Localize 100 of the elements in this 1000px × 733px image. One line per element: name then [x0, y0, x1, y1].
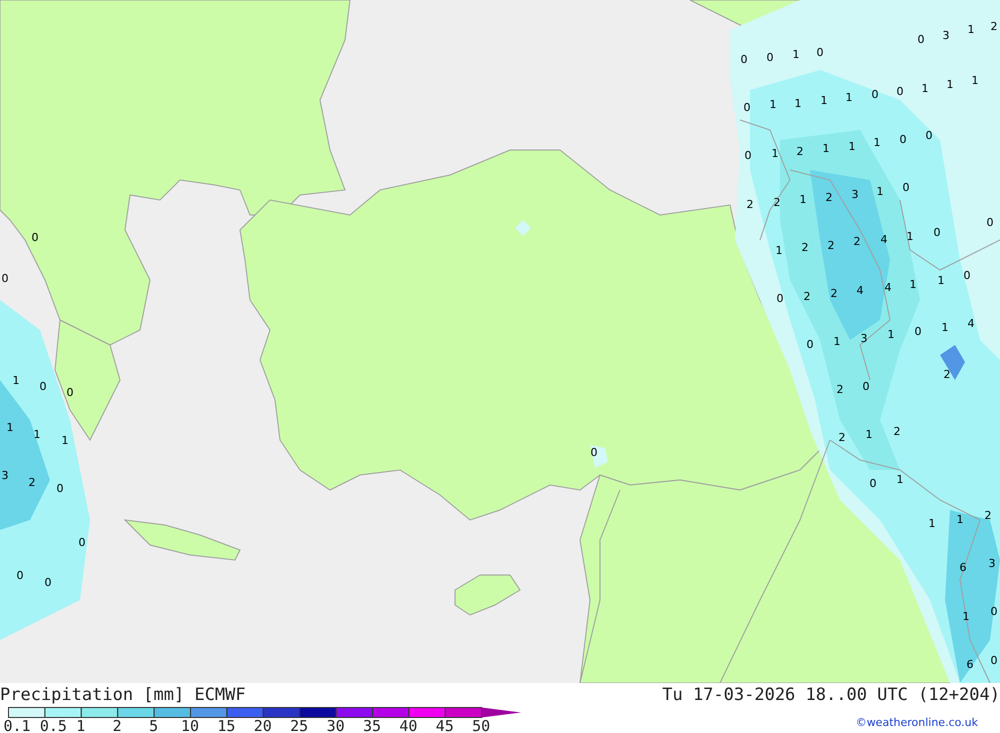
map-value: 0	[40, 380, 46, 393]
map-value: 1	[848, 140, 856, 153]
map-value: 1	[34, 428, 40, 441]
map-value: 3	[852, 188, 858, 201]
map-value: 2	[828, 239, 834, 252]
legend-label: 20	[254, 718, 272, 733]
legend-label: 2	[112, 718, 122, 733]
map-value: 1	[906, 230, 914, 243]
legend-label: 0.1	[3, 718, 31, 733]
map-value: 0	[740, 53, 748, 66]
map-value: 0	[990, 605, 998, 618]
map-value: 0	[964, 269, 970, 282]
map-value: 0	[776, 292, 784, 305]
map-value: 1	[942, 321, 948, 334]
map-value: 6	[966, 658, 974, 671]
map-value: 0	[990, 654, 998, 667]
map-value: 0	[900, 133, 906, 146]
map-value: 1	[910, 278, 916, 291]
credit-link[interactable]: ©weatheronline.co.uk	[856, 715, 978, 732]
map-value: 2	[774, 196, 780, 209]
map-value: 0	[744, 101, 750, 114]
map-value: 0	[870, 477, 876, 490]
valid-time: Tu 17-03-2026 18..00 UTC (12+204)	[662, 685, 1000, 705]
map-value: 0	[766, 51, 774, 64]
map-value: 0	[66, 386, 74, 399]
map-value: 1	[962, 610, 970, 623]
legend-label: 40	[399, 718, 418, 733]
map-value: 1	[822, 142, 830, 155]
map-value: 0	[590, 446, 598, 459]
map-value: 2	[854, 235, 860, 248]
map-value: 1	[956, 513, 964, 526]
map-value: 4	[968, 317, 974, 330]
map-value: 3	[2, 469, 8, 482]
map-value: 6	[960, 561, 966, 574]
map-value: 0	[986, 216, 994, 229]
legend-label: 30	[326, 718, 345, 733]
map-value: 0	[806, 338, 814, 351]
map-value: 1	[834, 335, 840, 348]
map-value: 2	[838, 431, 846, 444]
legend-label: 25	[290, 718, 308, 733]
map-value: 1	[794, 97, 802, 110]
map-value: 2	[990, 20, 998, 33]
map-value: 1	[874, 136, 880, 149]
map-value: 3	[988, 557, 996, 570]
map-value: 0	[16, 569, 24, 582]
map-value: 0	[918, 33, 924, 46]
map-value: 2	[894, 425, 900, 438]
map-value: 0	[934, 226, 940, 239]
legend-label: 15	[217, 718, 236, 733]
map-value: 0	[744, 149, 752, 162]
legend-label: 0.5	[40, 718, 67, 733]
map-value: 2	[746, 198, 754, 211]
map-value: 2	[984, 509, 992, 522]
map-value: 1	[972, 74, 978, 87]
map-value: 0	[56, 482, 64, 495]
map-value: 1	[12, 374, 20, 387]
map-value: 0	[872, 88, 878, 101]
map-value: 0	[78, 536, 86, 549]
map-value: 1	[776, 244, 782, 257]
legend-title: Precipitation [mm] ECMWF	[0, 685, 246, 705]
map-value: 1	[928, 517, 936, 530]
map-value: 1	[946, 78, 954, 91]
map-value: 2	[28, 476, 36, 489]
map-value: 2	[804, 290, 810, 303]
map-value: 1	[866, 428, 872, 441]
map-value: 0	[914, 325, 922, 338]
map-value: 4	[856, 284, 864, 297]
map-value: 0	[44, 576, 52, 589]
map-value: 0	[32, 231, 38, 244]
map-value: 1	[792, 48, 800, 61]
legend-label: 1	[76, 718, 86, 733]
map-value: 1	[968, 23, 974, 36]
map-value: 1	[938, 274, 944, 287]
map-value: 2	[802, 241, 808, 254]
map-value: 1	[800, 193, 806, 206]
map-value: 2	[830, 287, 838, 300]
map-value: 1	[772, 147, 778, 160]
map-value: 4	[884, 281, 892, 294]
map-value: 0	[896, 85, 904, 98]
legend-label: 50	[472, 718, 490, 733]
map-value: 1	[888, 328, 894, 341]
map-value: 1	[922, 82, 928, 95]
map-value: 0	[862, 380, 870, 393]
map-value: 2	[826, 191, 832, 204]
map-value: 0	[926, 129, 932, 142]
map-value: 3	[942, 29, 950, 42]
legend-label: 10	[180, 718, 200, 733]
map-value: 1	[820, 94, 828, 107]
legend-label: 5	[149, 718, 158, 733]
map-value: 0	[816, 46, 824, 59]
legend-label: 35	[362, 718, 382, 733]
map-value: 1	[62, 434, 68, 447]
map-value: 1	[6, 421, 14, 434]
map-value: 2	[944, 368, 950, 381]
map-value: 4	[880, 233, 888, 246]
map-value: 0	[2, 272, 8, 285]
map-value: 0	[902, 181, 910, 194]
legend-label: 45	[436, 718, 454, 733]
map-value: 2	[836, 383, 844, 396]
map-value: 1	[770, 98, 776, 111]
